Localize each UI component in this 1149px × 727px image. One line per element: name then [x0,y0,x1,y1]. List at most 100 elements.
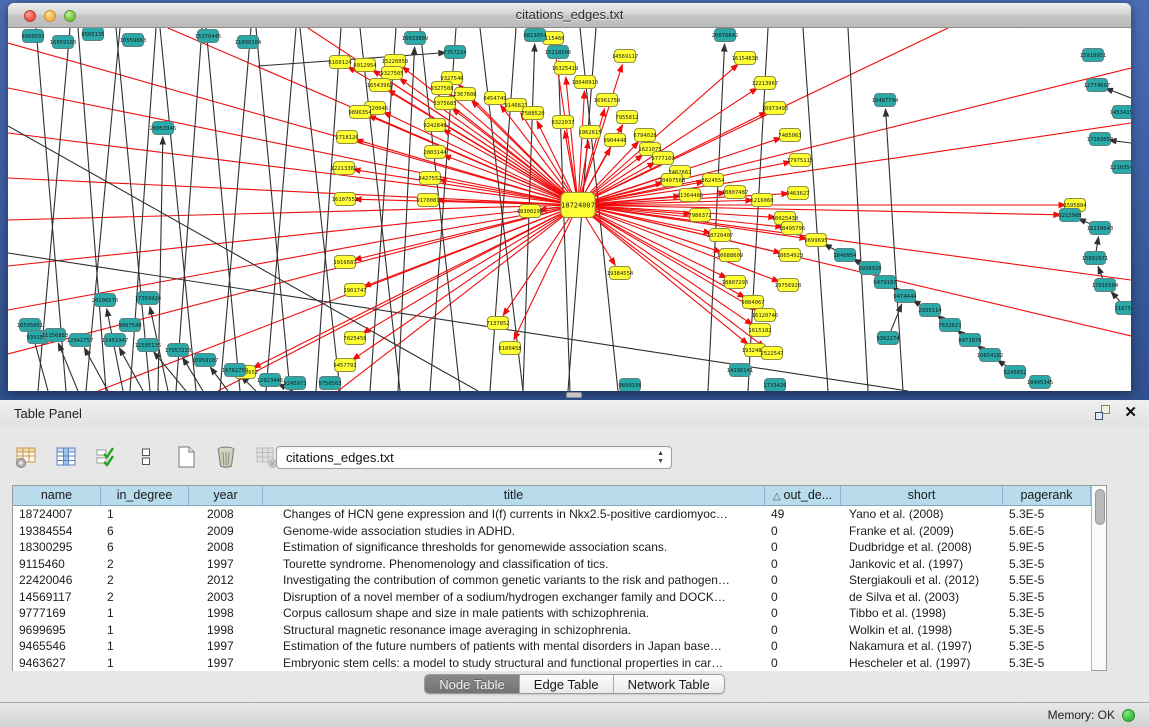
column-header-short[interactable]: short [841,486,1003,505]
table-cell[interactable]: 18724007 [13,506,101,523]
table-cell[interactable]: 9463627 [13,655,101,672]
table-cell[interactable]: 18300295 [13,539,101,556]
table-row[interactable]: 1938455462009Genome-wide association stu… [13,523,1091,540]
table-cell[interactable]: 0 [765,556,841,573]
table-cell[interactable]: 0 [765,655,841,672]
table-cell[interactable]: de Silva et al. (2003) [841,589,1003,606]
table-row[interactable]: 911546021997Tourette syndrome. Phenomeno… [13,556,1091,573]
table-row[interactable]: 946362711997Embryonic stem cells: a mode… [13,655,1091,672]
table-cell[interactable]: Investigating the contribution of common… [263,572,765,589]
table-cell[interactable]: Estimation of the future numbers of pati… [263,638,765,655]
table-cell[interactable]: 9115460 [13,556,101,573]
table-row[interactable]: 2242004622012Investigating the contribut… [13,572,1091,589]
table-cell[interactable]: Estimation of significance thresholds fo… [263,539,765,556]
network-canvas[interactable]: 1872400781601248912954152260589327505165… [8,28,1131,391]
table-cell[interactable]: 2 [101,589,189,606]
select-columns-icon[interactable] [52,443,80,471]
table-cell[interactable]: 2008 [189,506,263,523]
table-row[interactable]: 1456911722003Disruption of a novel membe… [13,589,1091,606]
table-cell[interactable]: 2012 [189,572,263,589]
table-cell[interactable]: 0 [765,539,841,556]
row-height-icon[interactable] [132,443,160,471]
table-cell[interactable]: 49 [765,506,841,523]
table-cell[interactable]: 2008 [189,539,263,556]
panel-splitter-handle[interactable] [566,392,582,398]
tab-node-table[interactable]: Node Table [425,675,520,693]
table-cell[interactable]: Genome-wide association studies in ADHD. [263,523,765,540]
table-cell[interactable]: 5.6E-5 [1003,523,1091,540]
table-cell[interactable]: Tibbo et al. (1998) [841,605,1003,622]
float-panel-icon[interactable] [1095,405,1110,420]
column-header-name[interactable]: name [13,486,101,505]
table-cell[interactable]: 5.3E-5 [1003,655,1091,672]
table-cell[interactable]: 1 [101,638,189,655]
table-cell[interactable]: 1997 [189,556,263,573]
table-row[interactable]: 1830029562008Estimation of significance … [13,539,1091,556]
select-rows-icon[interactable] [92,443,120,471]
table-settings-icon[interactable] [12,443,40,471]
table-cell[interactable]: Stergiakouli et al. (2012) [841,572,1003,589]
column-header-in_degree[interactable]: in_degree [101,486,189,505]
table-row[interactable]: 977716911998Corpus callosum shape and si… [13,605,1091,622]
table-cell[interactable]: Disruption of a novel member of a sodium… [263,589,765,606]
column-header-year[interactable]: year [189,486,263,505]
close-panel-icon[interactable]: ✕ [1124,405,1137,420]
table-cell[interactable]: 5.3E-5 [1003,556,1091,573]
table-cell[interactable]: Jankovic et al. (1997) [841,556,1003,573]
table-cell[interactable]: 1 [101,622,189,639]
table-cell[interactable]: 2 [101,572,189,589]
table-cell[interactable]: Nakamura et al. (1997) [841,638,1003,655]
table-cell[interactable]: 0 [765,622,841,639]
table-cell[interactable]: 5.3E-5 [1003,605,1091,622]
table-row[interactable]: 969969511998Structural magnetic resonanc… [13,622,1091,639]
table-scrollbar-thumb[interactable] [1095,489,1105,525]
table-cell[interactable]: Dudbridge et al. (2008) [841,539,1003,556]
table-cell[interactable]: 6 [101,523,189,540]
table-row[interactable]: 1872400712008Changes of HCN gene express… [13,506,1091,523]
delete-table-icon[interactable] [212,443,240,471]
table-cell[interactable]: 19384554 [13,523,101,540]
table-cell[interactable]: 0 [765,572,841,589]
citation-network-graph[interactable]: 1872400781601248912954152260589327505165… [8,28,1131,391]
column-header-out_de[interactable]: △out_de... [765,486,841,505]
column-header-pagerank[interactable]: pagerank [1003,486,1091,505]
table-cell[interactable]: Hescheler et al. (1997) [841,655,1003,672]
table-cell[interactable]: 5.9E-5 [1003,539,1091,556]
network-window-titlebar[interactable]: citations_edges.txt [8,3,1131,28]
table-cell[interactable]: 22420046 [13,572,101,589]
table-cell[interactable]: Changes of HCN gene expression and I(f) … [263,506,765,523]
table-cell[interactable]: 1 [101,605,189,622]
table-cell[interactable]: 0 [765,589,841,606]
table-cell[interactable]: Wolkin et al. (1998) [841,622,1003,639]
table-cell[interactable]: Tourette syndrome. Phenomenology and cla… [263,556,765,573]
table-cell[interactable]: 0 [765,523,841,540]
tab-network-table[interactable]: Network Table [614,675,724,693]
table-cell[interactable]: Yano et al. (2008) [841,506,1003,523]
table-cell[interactable]: Structural magnetic resonance image aver… [263,622,765,639]
table-cell[interactable]: 1997 [189,638,263,655]
table-scrollbar[interactable] [1091,486,1106,670]
table-cell[interactable]: 9465546 [13,638,101,655]
table-cell[interactable]: Embryonic stem cells: a model to study s… [263,655,765,672]
table-cell[interactable]: 1 [101,506,189,523]
table-cell[interactable]: Franke et al. (2009) [841,523,1003,540]
table-cell[interactable]: 0 [765,638,841,655]
table-cell[interactable]: 14569117 [13,589,101,606]
table-cell[interactable]: 1 [101,655,189,672]
column-header-title[interactable]: title [263,486,765,505]
table-row[interactable]: 946554611997Estimation of the future num… [13,638,1091,655]
table-cell[interactable]: 5.3E-5 [1003,622,1091,639]
table-cell[interactable]: 5.5E-5 [1003,572,1091,589]
table-cell[interactable]: 1997 [189,655,263,672]
table-cell[interactable]: 9777169 [13,605,101,622]
table-cell[interactable]: 2 [101,556,189,573]
table-cell[interactable]: Corpus callosum shape and size in male p… [263,605,765,622]
table-cell[interactable]: 2009 [189,523,263,540]
table-cell[interactable]: 5.3E-5 [1003,589,1091,606]
table-cell[interactable]: 9699695 [13,622,101,639]
table-cell[interactable]: 0 [765,605,841,622]
table-cell[interactable]: 6 [101,539,189,556]
tab-edge-table[interactable]: Edge Table [520,675,614,693]
new-table-icon[interactable] [172,443,200,471]
table-cell[interactable]: 5.3E-5 [1003,638,1091,655]
